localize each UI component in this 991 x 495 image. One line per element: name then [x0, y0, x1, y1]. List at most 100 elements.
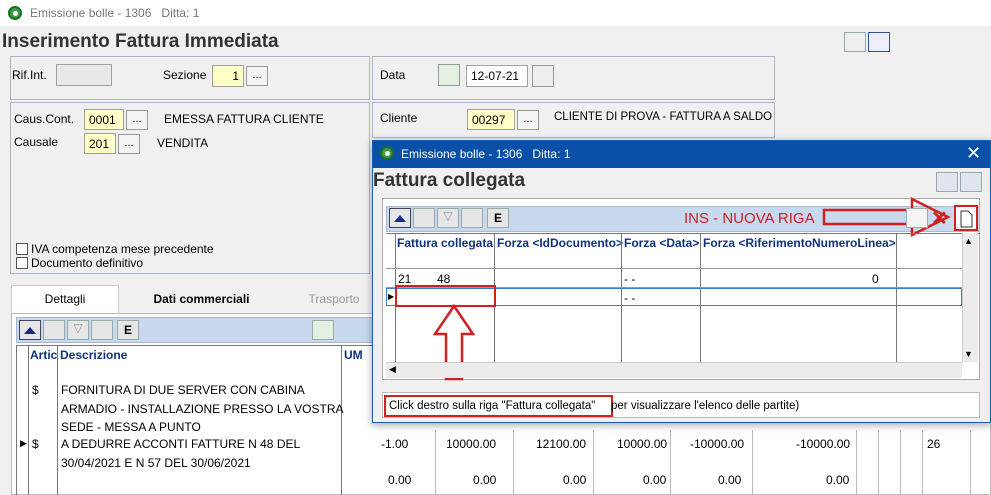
row-pointer-icon: ▶	[20, 438, 27, 448]
iva-checkbox-label: IVA competenza mese precedente	[31, 242, 214, 256]
scroll-left-icon[interactable]: ◀	[389, 364, 396, 375]
columns-icon[interactable]	[868, 32, 890, 52]
insert-col-icon[interactable]	[906, 208, 928, 228]
definitivo-checkbox[interactable]	[16, 257, 28, 269]
row3-v4: 0.00	[643, 473, 667, 487]
page-title: Inserimento Fattura Immediata	[2, 31, 279, 52]
dialog-edit-list-icon[interactable]	[413, 208, 435, 228]
print-icon[interactable]	[844, 32, 866, 52]
dialog-export-icon[interactable]: E	[487, 208, 509, 228]
cliente-lookup-button[interactable]: ...	[517, 110, 539, 130]
export-icon[interactable]: E	[117, 320, 139, 340]
drow1-c1b: 48	[437, 272, 451, 286]
drow1-c1a: 21	[398, 272, 412, 286]
row1-artic: $	[32, 383, 39, 397]
tab-dettagli[interactable]: Dettagli	[11, 285, 119, 313]
window-titlebar: Emissione bolle - 1306 Ditta: 1	[0, 0, 991, 26]
rif-input[interactable]	[56, 64, 112, 86]
app-logo-icon	[8, 6, 22, 20]
dcol-fattura-collegata[interactable]: Fattura collegata	[397, 236, 493, 250]
tab-trasporto[interactable]: Trasporto	[284, 285, 384, 313]
cliente-label: Cliente	[380, 111, 418, 125]
row2-descr-2: 30/04/2021 E N 57 DEL 30/06/2021	[61, 456, 251, 470]
dialog-vscrollbar[interactable]	[962, 233, 978, 362]
row2-artic: $	[32, 437, 39, 451]
dialog-heading: Fattura collegata	[373, 170, 526, 191]
causale-label: Causale	[14, 135, 59, 149]
tab-dati-commerciali[interactable]: Dati commerciali	[119, 285, 284, 313]
dialog-hscrollbar[interactable]	[386, 362, 962, 378]
caus-cont-label: Caus.Cont.	[14, 112, 75, 126]
calendar-icon[interactable]	[532, 65, 554, 87]
col-artic[interactable]: Artic	[30, 348, 57, 362]
causale-lookup-button[interactable]: ...	[118, 134, 140, 154]
dialog-title: Emissione bolle - 1306	[401, 147, 523, 161]
row2-v5: -10000.00	[690, 437, 745, 451]
list-icon[interactable]	[91, 320, 113, 340]
window-ditta: Ditta: 1	[161, 6, 200, 20]
filter-icon[interactable]: ▽	[67, 320, 89, 340]
row3-v3: 0.00	[563, 473, 587, 487]
save-row-icon[interactable]	[312, 320, 334, 340]
iva-checkbox[interactable]	[16, 243, 28, 255]
row3-v2: 0.00	[473, 473, 497, 487]
edit-list-icon[interactable]	[43, 320, 65, 340]
col-descrizione[interactable]: Descrizione	[60, 348, 127, 362]
dialog-sort-up-icon[interactable]	[389, 208, 411, 228]
row2-v6: -10000.00	[796, 437, 851, 451]
ins-annotation: INS - NUOVA RIGA	[684, 210, 815, 227]
sezione-input[interactable]: 1	[212, 65, 244, 87]
row2-v2: 10000.00	[446, 437, 497, 451]
scroll-down-icon[interactable]: ▼	[964, 349, 973, 359]
row2-v7: 26	[927, 437, 941, 451]
dialog-close-icon[interactable]: ✕	[966, 143, 981, 164]
dcol-forza-iddocumento[interactable]: Forza <IdDocumento>	[497, 236, 623, 250]
row1-descr-2: ARMADIO - INSTALLAZIONE PRESSO LA VOSTRA	[61, 402, 344, 416]
row1-descr-3: SEDE - MESSA A PUNTO	[61, 420, 201, 434]
row3-v6: 0.00	[826, 473, 850, 487]
dialog-save-icon[interactable]	[936, 172, 958, 192]
new-row-icon[interactable]	[954, 205, 978, 231]
row1-descr-1: FORNITURA DI DUE SERVER CON CABINA	[61, 383, 305, 397]
window-title: Emissione bolle - 1306	[30, 6, 152, 20]
row2-v1: -1.00	[381, 437, 409, 451]
dialog-list-icon[interactable]	[461, 208, 483, 228]
data-label: Data	[380, 68, 406, 82]
causale-desc: VENDITA	[157, 136, 209, 150]
dialog-ditta: Ditta: 1	[532, 147, 571, 161]
col-um[interactable]: UM	[344, 348, 363, 362]
dialog-filter-icon[interactable]: ▽	[437, 208, 459, 228]
sort-up-icon[interactable]	[19, 320, 41, 340]
lock-icon[interactable]	[438, 64, 460, 86]
cliente-desc: CLIENTE DI PROVA - FATTURA A SALDO	[554, 111, 773, 123]
cliente-input[interactable]: 00297	[467, 109, 515, 130]
data-panel	[372, 56, 775, 100]
row3-v5: 0.00	[718, 473, 742, 487]
row3-v1: 0.00	[388, 473, 412, 487]
dialog-hint-part2: per visualizzare l'elenco delle partite)	[611, 400, 800, 412]
delete-row-icon[interactable]: ✕	[931, 206, 948, 231]
dialog-exit-icon[interactable]	[960, 172, 982, 192]
dcol-forza-rif-linea[interactable]: Forza <RiferimentoNumeroLinea>	[703, 236, 896, 250]
dialog-logo-icon	[380, 146, 394, 160]
caus-cont-lookup-button[interactable]: ...	[126, 110, 148, 130]
drow1-c3: - -	[624, 272, 636, 286]
scroll-up-icon[interactable]: ▲	[964, 236, 973, 246]
caus-cont-desc: EMESSA FATTURA CLIENTE	[164, 112, 324, 126]
dialog-hint-part1: Click destro sulla riga "Fattura collega…	[389, 400, 596, 412]
dialog-titlebar: Emissione bolle - 1306 Ditta: 1	[373, 141, 990, 168]
row2-v4: 10000.00	[617, 437, 668, 451]
sezione-lookup-button[interactable]: ...	[246, 66, 268, 86]
sezione-label: Sezione	[163, 68, 207, 82]
drow2-c3: - -	[624, 291, 636, 305]
dcol-forza-data[interactable]: Forza <Data>	[624, 236, 699, 250]
rif-label: Rif.Int.	[12, 68, 47, 82]
row2-descr-1: A DEDURRE ACCONTI FATTURE N 48 DEL	[61, 437, 301, 451]
causale-input[interactable]: 201	[84, 133, 116, 154]
data-input[interactable]: 12-07-21	[466, 65, 528, 87]
caus-cont-input[interactable]: 0001	[84, 109, 124, 130]
row2-v3: 12100.00	[536, 437, 587, 451]
drow-pointer-icon: ▶	[388, 292, 395, 301]
drow1-c4: 0	[872, 272, 879, 286]
definitivo-checkbox-label: Documento definitivo	[31, 256, 144, 270]
